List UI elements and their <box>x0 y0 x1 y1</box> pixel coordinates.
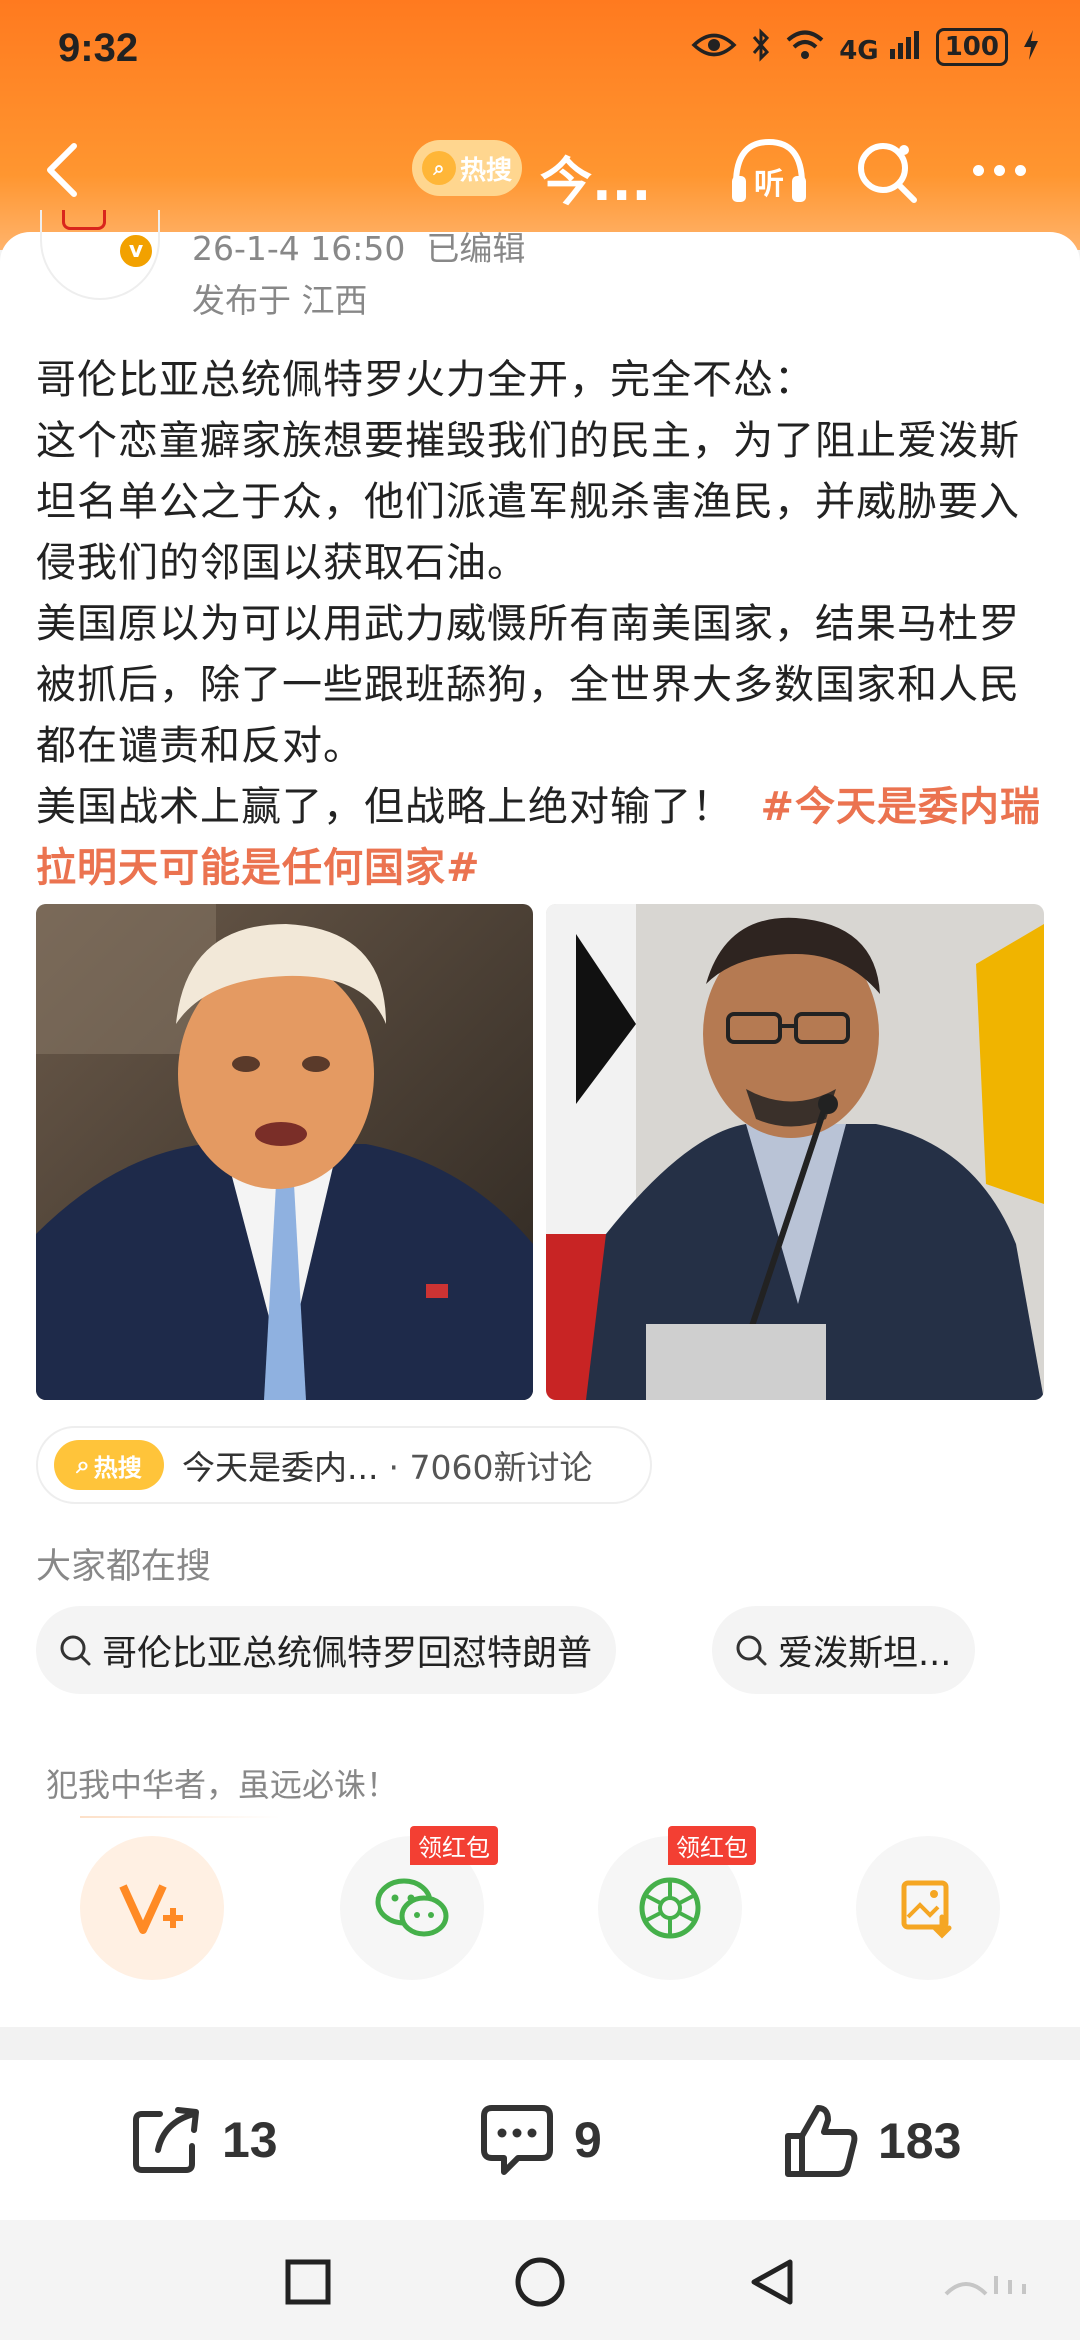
wechat-icon <box>375 1878 449 1937</box>
hot-search-topic[interactable]: ⌕ 热搜 今天是委内... · 7060新讨论 <box>36 1426 652 1504</box>
listen-label: 听 <box>754 167 784 202</box>
back-button[interactable] <box>36 138 96 202</box>
home-icon[interactable] <box>512 2254 568 2310</box>
search-icon <box>736 1635 767 1666</box>
comment-button[interactable]: 9 <box>478 2102 602 2178</box>
post-line: 这个恋童癖家族想要摧毁我们的民主，为了阻止爱泼斯坦名单公之于众，他们派遣军舰杀害… <box>36 418 1020 586</box>
share-weibo-button[interactable] <box>80 1836 224 1980</box>
post-date: 26-1-4 16:50 <box>192 229 406 268</box>
bluetooth-icon <box>751 28 771 66</box>
status-time: 9:32 <box>58 26 139 70</box>
signature-quote: 犯我中华者，虽远必诛！ <box>46 1766 399 1804</box>
watermark-icon <box>944 2276 1026 2296</box>
redpack-badge: 领红包 <box>668 1826 756 1865</box>
hot-search-badge[interactable]: ⌕ 热搜 <box>412 140 522 196</box>
quote-underline <box>80 1816 280 1818</box>
system-navigation-bar <box>0 2220 1080 2340</box>
page-title[interactable]: 今... <box>540 140 651 215</box>
like-button[interactable]: 183 <box>782 2102 961 2180</box>
comment-count: 9 <box>574 2112 602 2168</box>
like-count: 183 <box>878 2113 962 2169</box>
post-body: 哥伦比亚总统佩特罗火力全开，完全不怂： 这个恋童癖家族想要摧毁我们的民主，为了阻… <box>36 350 1046 899</box>
v-plus-icon <box>119 1884 183 1934</box>
network-indicator: 4G <box>839 29 922 66</box>
save-image-button[interactable] <box>856 1836 1000 1980</box>
post-line: 美国战术上赢了，但战略上绝对输了！ #今天是委内瑞拉明天可能是任何国家# <box>36 777 1046 899</box>
chip-label: 哥伦比亚总统佩特罗回怼特朗普 <box>102 1633 593 1674</box>
edited-label: 已编辑 <box>426 229 526 268</box>
redpack-badge: 领红包 <box>410 1826 498 1865</box>
comment-icon <box>481 2105 553 2175</box>
network-type: 4G <box>839 35 879 66</box>
share-wechat-button[interactable]: 领红包 <box>340 1826 498 1980</box>
share-icon <box>133 2107 199 2173</box>
post-location: 发布于 江西 <box>192 281 368 320</box>
post-image-2[interactable] <box>546 904 1044 1400</box>
post-timestamp: 26-1-4 16:50 已编辑 <box>192 222 525 270</box>
post-last-line: 美国战术上赢了，但战略上绝对输了！ <box>36 784 733 830</box>
search-icon: ⌕ <box>421 151 456 185</box>
post-action-bar: 13 9 183 <box>0 2060 1080 2220</box>
repost-button[interactable]: 13 <box>128 2102 278 2178</box>
charging-icon <box>1022 29 1040 65</box>
search-icon <box>858 143 917 203</box>
share-count: 13 <box>222 2112 278 2168</box>
recent-apps-icon[interactable] <box>280 2254 336 2310</box>
verified-badge-icon: v <box>117 232 155 270</box>
search-button[interactable] <box>852 136 922 208</box>
hot-search-logo: ⌕ 热搜 <box>54 1440 164 1490</box>
hot-topic-text: 今天是委内... <box>182 1448 379 1487</box>
post-line: 美国原以为可以用武力威慑所有南美国家，结果马杜罗被抓后，除了一些跟班舔狗，全世界… <box>36 601 1020 769</box>
thumbs-up-icon <box>785 2105 858 2177</box>
related-search-chip[interactable]: 哥伦比亚总统佩特罗回怼特朗普 <box>36 1606 617 1694</box>
search-icon: ⌕ <box>76 1451 90 1479</box>
search-icon <box>60 1635 91 1666</box>
related-search-chip[interactable]: 爱泼斯坦... <box>712 1606 976 1694</box>
back-triangle-icon[interactable] <box>744 2254 800 2310</box>
chevron-left-icon <box>47 143 77 197</box>
hot-logo-label: 热搜 <box>93 1453 142 1482</box>
more-options-icon[interactable] <box>964 140 1034 200</box>
battery-indicator: 100 <box>935 28 1008 66</box>
camera-aperture-icon <box>639 1877 701 1939</box>
related-search-title: 大家都在搜 <box>36 1547 212 1587</box>
share-moments-button[interactable]: 领红包 <box>598 1826 756 1980</box>
status-bar: 9:32 4G 100 <box>0 0 1080 100</box>
chip-label: 爱泼斯坦... <box>778 1633 952 1674</box>
status-icons: 4G 100 <box>691 28 1040 66</box>
hot-topic-count: · 7060新讨论 <box>388 1448 593 1487</box>
wifi-icon <box>785 29 825 65</box>
post-line: 哥伦比亚总统佩特罗火力全开，完全不怂： <box>36 357 815 403</box>
post-card: v 26-1-4 16:50 已编辑 发布于 江西 哥伦比亚总统佩特罗火力全开，… <box>0 210 1080 2027</box>
post-image-1[interactable] <box>36 904 533 1400</box>
hot-search-label: 热搜 <box>459 155 512 186</box>
eye-icon <box>691 30 737 64</box>
headphones-icon: 听 <box>732 138 806 202</box>
image-download-icon <box>901 1880 952 1939</box>
top-nav-bar: ⌕ 热搜 今... 听 <box>0 120 1080 220</box>
listen-button[interactable]: 听 <box>726 134 812 210</box>
